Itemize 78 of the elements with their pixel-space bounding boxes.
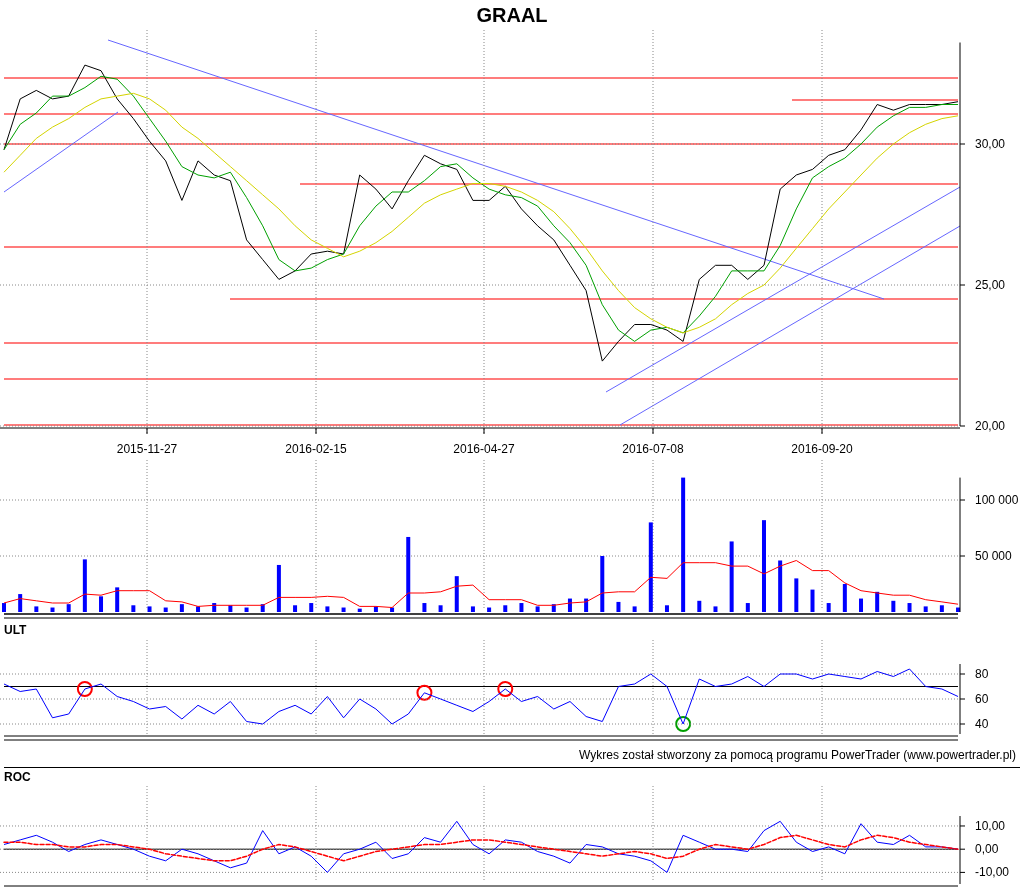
volume-bar (470, 606, 475, 612)
volume-bar (163, 607, 168, 612)
axis-label: 60 (975, 692, 989, 706)
volume-bar (826, 603, 831, 612)
volume-bar (147, 606, 152, 612)
volume-bar (778, 560, 783, 612)
volume-bar (212, 603, 217, 612)
volume-bar (551, 604, 556, 612)
y-axis (959, 663, 966, 735)
axis-label: 80 (975, 667, 989, 681)
volume-bar (535, 606, 540, 612)
volume-bar (293, 605, 298, 612)
volume-bar (842, 584, 847, 612)
date-label: 2016-07-08 (622, 442, 684, 456)
volume-bar (600, 556, 605, 612)
volume-bar (228, 605, 233, 612)
volume-bar (99, 596, 103, 612)
volume-bar (454, 576, 459, 612)
volume-bar (341, 607, 346, 612)
volume-bar (519, 603, 524, 612)
volume-bar (923, 606, 928, 612)
volume-bar (325, 606, 330, 612)
volume-bar (18, 594, 23, 612)
date-label: 2015-11-27 (116, 442, 178, 456)
axis-label: 25,00 (975, 278, 1006, 292)
volume-bar (503, 605, 508, 612)
volume-bar (34, 606, 39, 612)
volume-bar (115, 587, 120, 612)
volume-bar (438, 605, 443, 612)
volume-bar (276, 564, 281, 612)
volume-bar (794, 578, 799, 612)
indicator-label: ULT (4, 622, 27, 638)
volume-bar (131, 605, 136, 612)
volume-bar (390, 607, 395, 612)
axis-label: 50 000 (975, 549, 1012, 563)
volume-bar (567, 598, 572, 612)
volume-bar (584, 598, 589, 612)
axis-label: 100 000 (975, 493, 1019, 507)
volume-bar (260, 604, 265, 612)
volume-bar (66, 604, 71, 612)
credit-text: Wykres został stworzony za pomocą programu PowerTrader (www.powertrader.pl) (579, 746, 1016, 763)
axis-label: 20,00 (975, 419, 1006, 433)
volume-bar (616, 601, 621, 612)
volume-bar (891, 600, 896, 612)
volume-bar (487, 607, 492, 612)
volume-bar (729, 541, 734, 612)
volume-bar (244, 607, 249, 612)
date-label: 2016-09-20 (791, 442, 853, 456)
volume-bar (82, 559, 87, 612)
volume-bar (697, 600, 702, 612)
volume-bar (810, 589, 815, 612)
volume-bar (632, 606, 637, 612)
volume-bar (309, 603, 314, 612)
volume-bar (196, 606, 201, 612)
volume-bar (907, 603, 912, 612)
y-axis (959, 815, 966, 885)
volume-bar (2, 603, 6, 612)
indicator-label: ROC (4, 769, 31, 785)
date-label: 2016-02-15 (285, 442, 347, 456)
volume-bar (422, 603, 427, 612)
volume-bar (179, 604, 184, 612)
volume-bar (859, 598, 863, 612)
axis-label: 0,00 (975, 842, 999, 857)
volume-bar (939, 605, 944, 612)
volume-bar (50, 607, 55, 612)
volume-bar (373, 606, 378, 612)
axis-label: 10,00 (975, 819, 1006, 833)
chart-title: GRAAL (476, 3, 548, 28)
axis-label: 40 (975, 717, 989, 731)
volume-bar (664, 605, 669, 612)
volume-bar (357, 608, 362, 612)
volume-bar (956, 607, 961, 612)
date-label: 2016-04-27 (453, 442, 515, 456)
axis-label: -10,00 (975, 865, 1010, 880)
axis-label: 30,00 (975, 137, 1006, 151)
volume-bar (745, 603, 750, 612)
volume-bar (713, 606, 718, 612)
volume-bar (875, 591, 880, 612)
